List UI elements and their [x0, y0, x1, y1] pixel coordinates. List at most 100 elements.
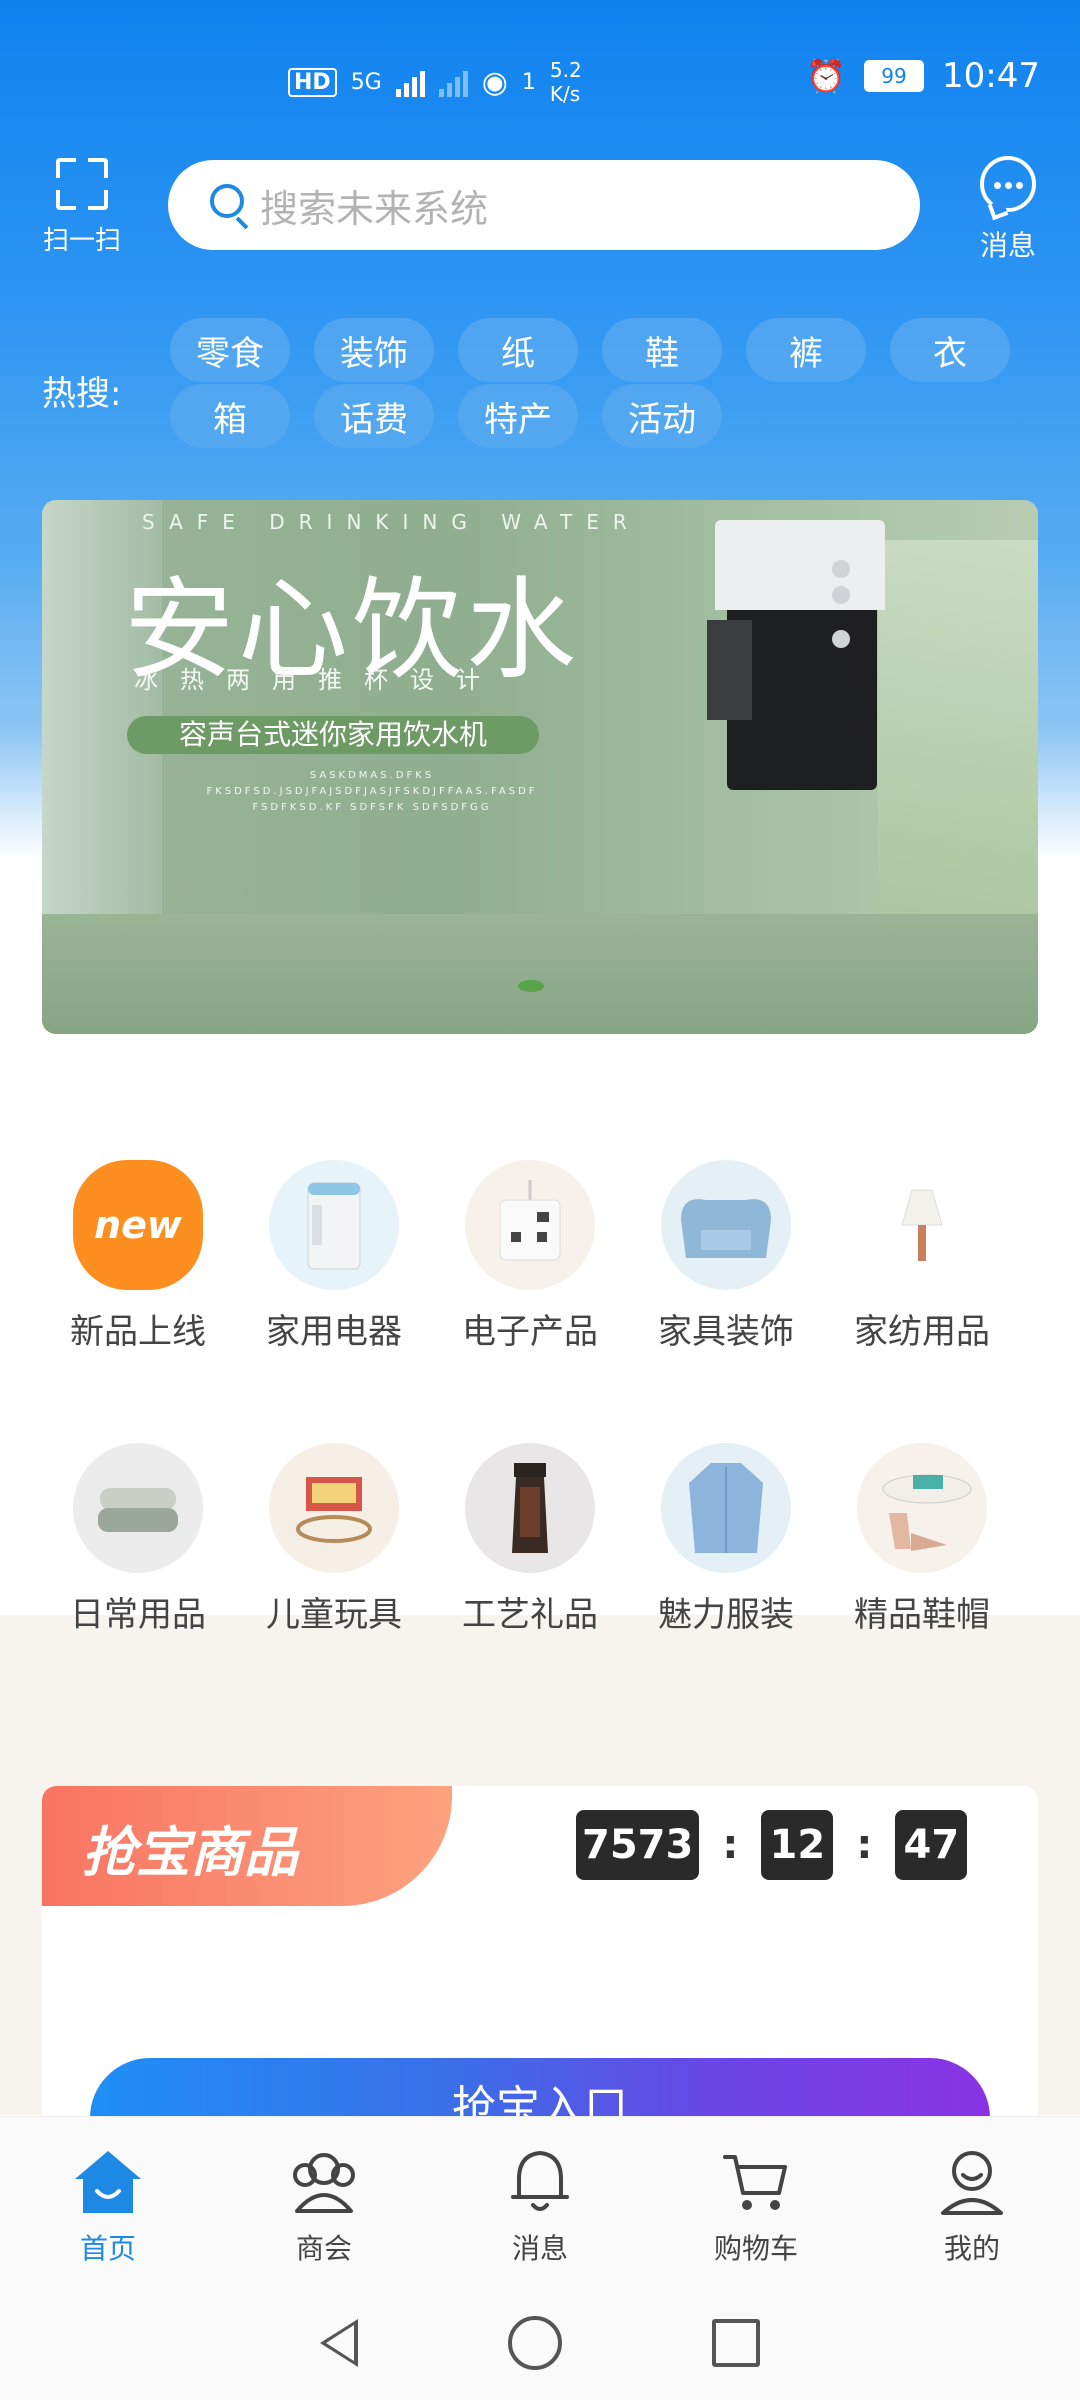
category-row-2: 日常用品 儿童玩具 工艺礼品 魅力服装 精品鞋帽: [40, 1443, 1040, 1636]
category-label: 工艺礼品: [462, 1595, 598, 1635]
hot-tag[interactable]: 箱: [170, 384, 290, 448]
search-icon: [208, 182, 254, 228]
cart-icon: [719, 2147, 793, 2217]
message-button[interactable]: 消息: [966, 156, 1050, 264]
category-clothing[interactable]: 魅力服装: [628, 1443, 824, 1636]
hot-tag[interactable]: 鞋: [602, 318, 722, 382]
hot-tag[interactable]: 纸: [458, 318, 578, 382]
category-toys[interactable]: 儿童玩具: [236, 1443, 432, 1636]
hot-tag[interactable]: 装饰: [314, 318, 434, 382]
network-type: 5G: [350, 69, 382, 95]
scan-label: 扫一扫: [42, 226, 121, 256]
appliance-icon: [269, 1160, 399, 1290]
banner-product: 容声台式迷你家用饮水机: [127, 716, 539, 754]
tab-label: 我的: [943, 2232, 1000, 2265]
hot-tag[interactable]: 活动: [602, 384, 722, 448]
net-speed-unit: K/s: [549, 82, 581, 106]
category-row-1: new 新品上线 家用电器 电子产品 家具装饰 家纺用品: [40, 1160, 1040, 1353]
status-right: ⏰ 99 10:47: [806, 56, 1040, 96]
banner-english: SAFE DRINKING WATER: [142, 510, 641, 534]
category-textiles[interactable]: 家纺用品: [824, 1160, 1020, 1353]
lamp-icon: [857, 1160, 987, 1290]
net-speed-value: 5.2: [549, 58, 582, 82]
hot-search-label: 热搜:: [42, 374, 122, 414]
signal-2-icon: [438, 67, 468, 97]
banner-fine-print: SASKDMAS.DFKS FKSDFSD.JSDJFAJSDFJASJFSKD…: [206, 770, 538, 813]
scan-button[interactable]: 扫一扫: [40, 158, 124, 257]
toy-train-icon: [269, 1443, 399, 1573]
battery-icon: 99: [864, 60, 925, 92]
sim-number: 1: [521, 69, 536, 95]
category-new[interactable]: new 新品上线: [40, 1160, 236, 1353]
shirt-icon: [661, 1443, 791, 1573]
tab-profile[interactable]: 我的: [864, 2117, 1080, 2287]
vase-icon: [465, 1443, 595, 1573]
power-strip-icon: [465, 1160, 595, 1290]
category-label: 家具装饰: [658, 1312, 794, 1352]
sofa-icon: [661, 1160, 791, 1290]
message-label: 消息: [979, 229, 1036, 262]
tab-chamber[interactable]: 商会: [216, 2117, 432, 2287]
category-daily[interactable]: 日常用品: [40, 1443, 236, 1636]
category-crafts[interactable]: 工艺礼品: [432, 1443, 628, 1636]
countdown-separator: :: [722, 1822, 739, 1868]
search-input[interactable]: 搜索未来系统: [168, 160, 920, 250]
towel-icon: [73, 1443, 203, 1573]
chat-bubble-icon: [980, 156, 1036, 212]
signal-icon: [395, 67, 425, 97]
tab-label: 消息: [511, 2232, 568, 2265]
alarm-icon: ⏰: [806, 57, 847, 95]
hot-tag[interactable]: 话费: [314, 384, 434, 448]
category-label: 电子产品: [462, 1312, 598, 1352]
net-speed: 5.2 K/s: [550, 58, 582, 106]
hot-search-tags: 零食 装饰 纸 鞋 裤 衣 箱 话费 特产 活动: [170, 318, 1050, 450]
flash-sale-tag: 抢宝商品: [42, 1786, 452, 1906]
category-label: 精品鞋帽: [854, 1595, 990, 1635]
category-label: 魅力服装: [658, 1595, 794, 1635]
category-label: 家纺用品: [854, 1312, 990, 1352]
search-placeholder: 搜索未来系统: [260, 186, 489, 231]
category-label: 日常用品: [70, 1595, 206, 1635]
category-furniture[interactable]: 家具装饰: [628, 1160, 824, 1353]
bell-icon: [503, 2147, 577, 2217]
hot-tag[interactable]: 特产: [458, 384, 578, 448]
user-icon: [935, 2147, 1009, 2217]
flash-sale-title: 抢宝商品: [82, 1820, 298, 1884]
countdown-minutes: 12: [761, 1810, 834, 1880]
tab-label: 商会: [295, 2232, 352, 2265]
banner-subtitle: 冰热两用推杯设计: [134, 666, 502, 694]
scan-icon: [56, 158, 108, 210]
group-icon: [287, 2147, 361, 2217]
water-dispenser-image: [687, 520, 907, 800]
promo-banner[interactable]: SAFE DRINKING WATER 安心饮水 冰热两用推杯设计 容声台式迷你…: [42, 500, 1038, 1034]
hot-tag[interactable]: 裤: [746, 318, 866, 382]
home-icon: [71, 2147, 145, 2217]
tab-home[interactable]: 首页: [0, 2117, 216, 2287]
new-icon: new: [73, 1160, 203, 1290]
leaf-icon: [518, 980, 544, 992]
system-nav-bar: [0, 2286, 1080, 2400]
status-bar: HD 5G ◉ 1 5.2 K/s ⏰ 99 10:47: [0, 0, 1080, 150]
category-electronics[interactable]: 电子产品: [432, 1160, 628, 1353]
hd-icon: HD: [288, 67, 337, 97]
countdown-timer: 7573 : 12 : 47: [576, 1810, 968, 1880]
category-appliances[interactable]: 家用电器: [236, 1160, 432, 1353]
countdown-hours: 7573: [576, 1810, 700, 1880]
wifi-icon: ◉: [481, 64, 508, 100]
back-icon[interactable]: [320, 2319, 358, 2367]
home-nav-icon[interactable]: [508, 2316, 562, 2370]
hot-tag[interactable]: 零食: [170, 318, 290, 382]
category-label: 儿童玩具: [266, 1595, 402, 1635]
tab-label: 首页: [79, 2232, 136, 2265]
countdown-separator: :: [856, 1822, 873, 1868]
status-left: HD 5G ◉ 1 5.2 K/s: [288, 58, 582, 106]
hot-tag[interactable]: 衣: [890, 318, 1010, 382]
category-shoes-hats[interactable]: 精品鞋帽: [824, 1443, 1020, 1636]
category-label: 家用电器: [266, 1312, 402, 1352]
recent-apps-icon[interactable]: [712, 2319, 760, 2367]
tab-messages[interactable]: 消息: [432, 2117, 648, 2287]
shoes-hat-icon: [857, 1443, 987, 1573]
banner-floor: [42, 914, 1038, 1034]
category-label: 新品上线: [70, 1312, 206, 1352]
tab-cart[interactable]: 购物车: [648, 2117, 864, 2287]
